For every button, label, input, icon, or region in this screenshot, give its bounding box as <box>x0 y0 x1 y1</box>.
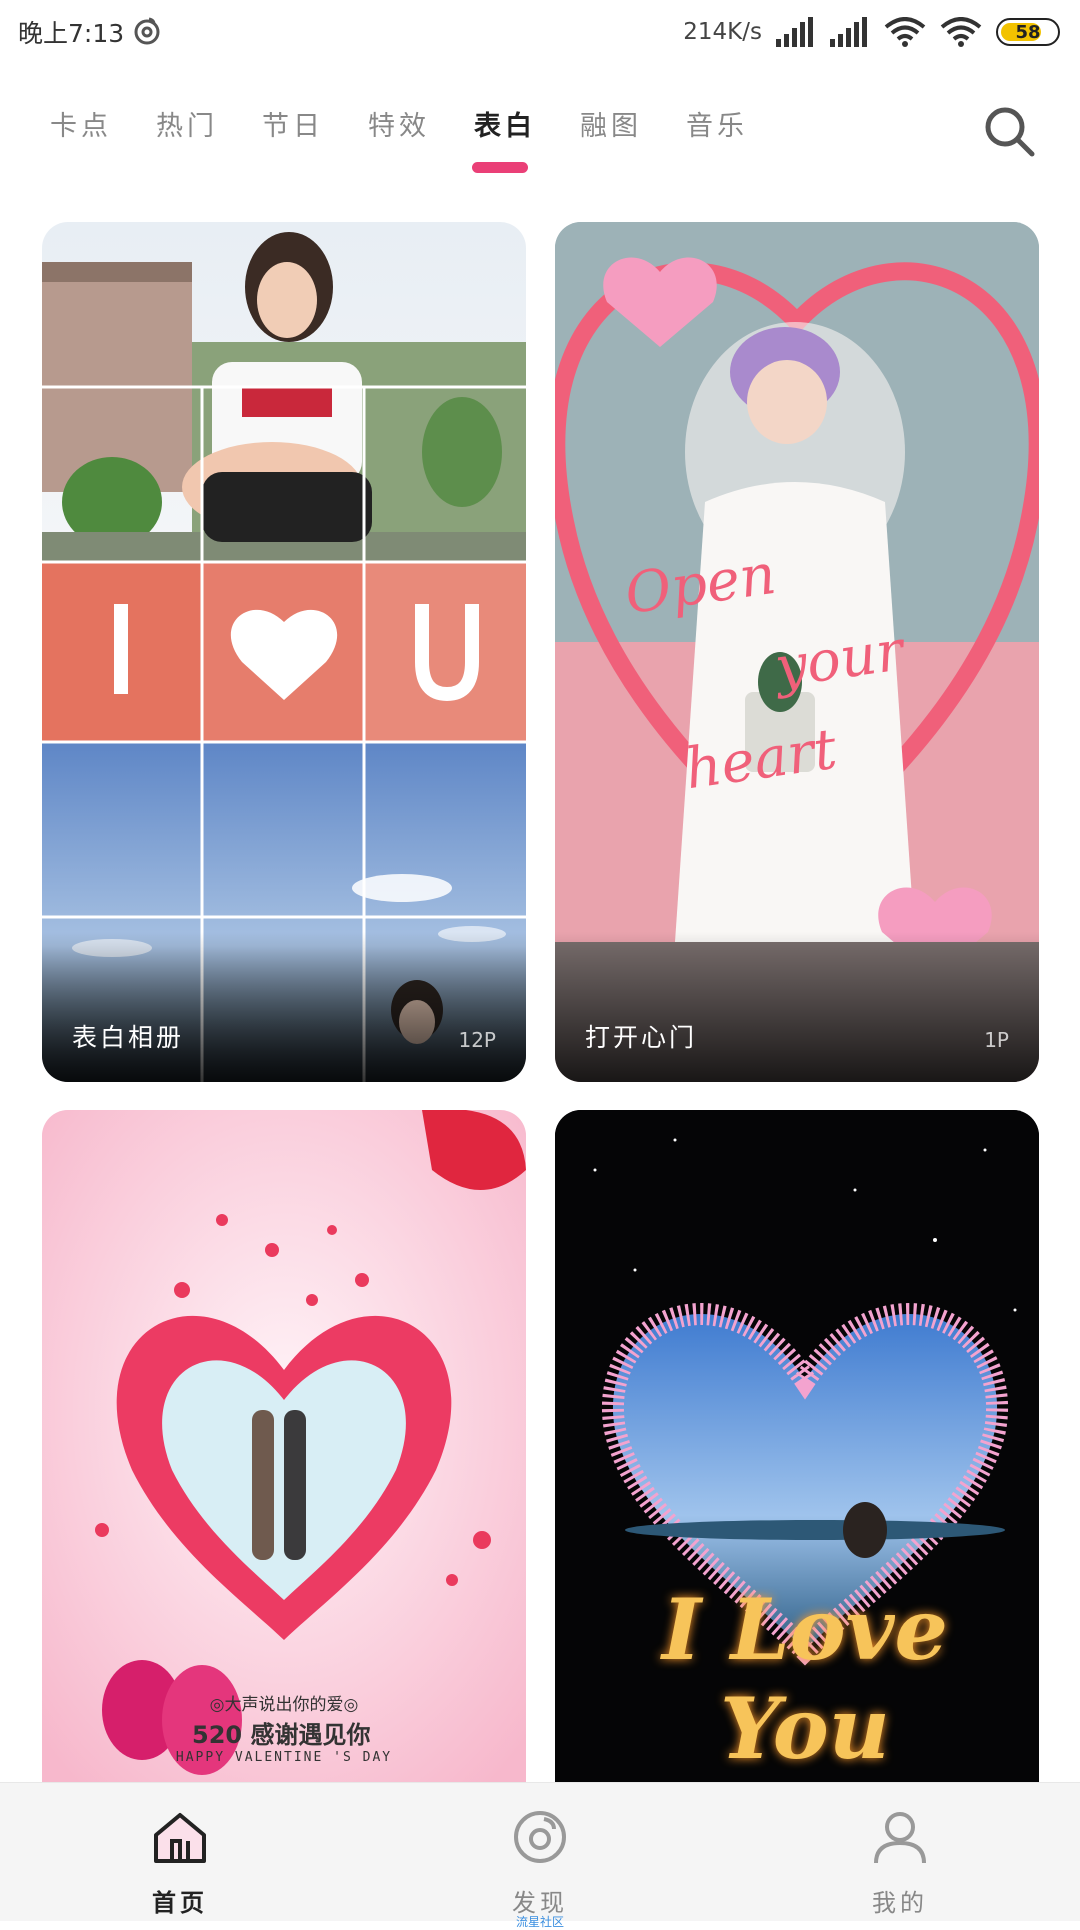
tab-biaobai-label: 表白 <box>474 111 536 142</box>
tab-rongtu[interactable]: 融图 <box>580 104 686 143</box>
nav-home[interactable]: 首页 <box>80 1783 280 1921</box>
category-tabs: 卡点 热门 节日 特效 表白 融图 音乐 <box>50 104 792 173</box>
template-card-520[interactable]: ◎大声说出你的爱◎ 520 感谢遇见你 HAPPY VALENTINE 'S D… <box>42 1110 526 1782</box>
card-title: 打开心门 <box>585 1023 698 1052</box>
search-icon[interactable] <box>982 104 1036 158</box>
overlay-i-love-you: I Love You <box>662 1580 948 1778</box>
card-shade <box>555 932 1039 1082</box>
tab-remen[interactable]: 热门 <box>156 104 262 143</box>
tab-texiao[interactable]: 特效 <box>368 104 474 143</box>
overlay-slogan: ◎大声说出你的爱◎ <box>209 1695 359 1715</box>
netease-music-icon <box>134 17 160 45</box>
tab-jieri[interactable]: 节日 <box>262 104 368 143</box>
wifi-icon <box>884 17 926 47</box>
card-photo-count: 1P <box>984 1028 1009 1052</box>
tab-kadian[interactable]: 卡点 <box>50 104 156 143</box>
network-speed: 214K/s <box>683 19 762 45</box>
battery-level: 58 <box>1015 21 1041 43</box>
battery-icon: 58 <box>996 18 1060 46</box>
template-card-i-love-you[interactable]: I Love You <box>555 1110 1039 1782</box>
status-time: 晚上7:13 <box>18 19 125 48</box>
card-shade <box>42 932 526 1082</box>
profile-icon <box>874 1812 926 1864</box>
home-icon <box>154 1813 206 1863</box>
nav-discover-sublabel: 流星社区 <box>515 1915 564 1929</box>
overlay-valentine: HAPPY VALENTINE 'S DAY <box>175 1750 393 1765</box>
signal-icon <box>830 17 870 47</box>
overlay-520: 520 感谢遇见你 <box>192 1721 371 1749</box>
discover-icon <box>514 1811 566 1863</box>
template-card-biaobai-xiangce[interactable]: 表白相册 12P <box>42 222 526 1082</box>
pink-heart-thumbnail <box>42 1110 526 1782</box>
nav-discover[interactable]: 发现 流星社区 <box>440 1783 640 1929</box>
wifi-icon <box>940 17 982 47</box>
status-bar: 晚上7:13 214K/s 58 <box>0 0 1080 64</box>
card-photo-count: 12P <box>458 1028 496 1052</box>
nav-profile[interactable]: 我的 <box>800 1783 1000 1921</box>
tab-yinyue[interactable]: 音乐 <box>686 104 792 143</box>
bottom-navigation: 首页 发现 流星社区 我的 <box>0 1782 1080 1929</box>
tab-biaobai[interactable]: 表白 <box>472 104 580 173</box>
active-tab-indicator <box>472 162 528 173</box>
card-title: 表白相册 <box>72 1023 185 1052</box>
template-card-dakai-xinmen[interactable]: Open your heart 打开心门 1P <box>555 222 1039 1082</box>
nav-home-label: 首页 <box>152 1889 208 1917</box>
nav-profile-label: 我的 <box>872 1889 928 1917</box>
signal-icon <box>776 17 816 47</box>
